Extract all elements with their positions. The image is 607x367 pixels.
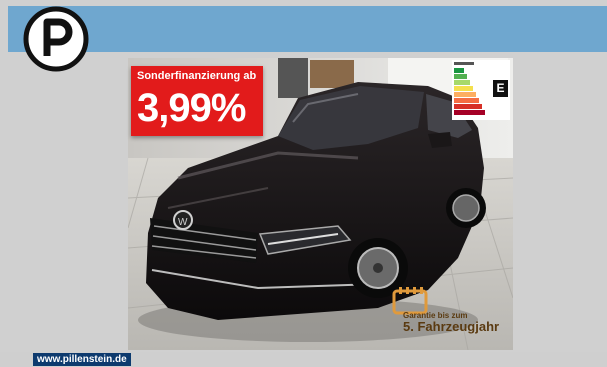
promo-rate: 3,99%: [137, 86, 246, 130]
pillenstein-logo-icon[interactable]: [18, 6, 94, 72]
header-band: [8, 6, 607, 52]
ad-frame: W Sonderfinanzierung ab 3,99% E Garantie…: [0, 0, 607, 367]
energy-efficiency-label: E: [452, 60, 510, 120]
promo-label: Sonderfinanzierung ab: [137, 70, 257, 82]
energy-scale-icon: [454, 62, 485, 115]
website-link[interactable]: www.pillenstein.de: [33, 353, 131, 366]
promo-financing-badge[interactable]: Sonderfinanzierung ab 3,99%: [131, 66, 263, 136]
energy-class-badge: E: [493, 80, 508, 97]
svg-text:W: W: [178, 217, 188, 228]
warranty-line2: 5. Fahrzeugjahr: [403, 319, 500, 334]
